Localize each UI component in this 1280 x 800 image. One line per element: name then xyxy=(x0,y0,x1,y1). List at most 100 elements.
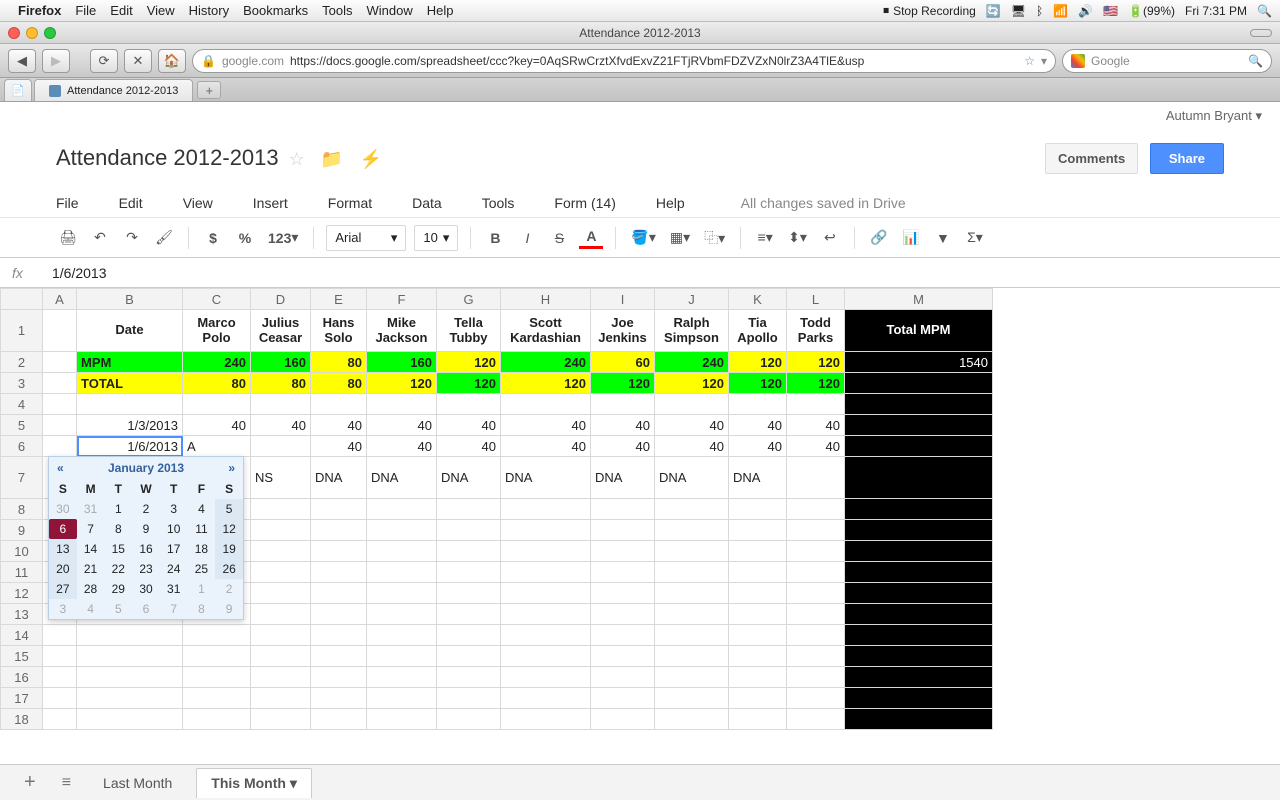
cell[interactable] xyxy=(845,436,993,457)
cell[interactable]: Date xyxy=(77,310,183,352)
cell[interactable] xyxy=(787,520,845,541)
cell[interactable] xyxy=(367,541,437,562)
cell[interactable]: 1/3/2013 xyxy=(77,415,183,436)
col-header[interactable]: B xyxy=(77,289,183,310)
cell[interactable] xyxy=(183,667,251,688)
row-header[interactable]: 10 xyxy=(1,541,43,562)
display-icon[interactable]: 🖥 xyxy=(1011,4,1026,18)
cell[interactable]: 40 xyxy=(655,415,729,436)
cell[interactable] xyxy=(43,394,77,415)
browser-tab[interactable]: Attendance 2012-2013 xyxy=(34,79,193,101)
cell[interactable] xyxy=(437,604,501,625)
cell[interactable] xyxy=(655,667,729,688)
tab-handle[interactable]: 📄 xyxy=(4,79,32,101)
cell[interactable] xyxy=(787,646,845,667)
cell[interactable] xyxy=(729,541,787,562)
cell[interactable] xyxy=(77,394,183,415)
halign-button[interactable]: ≡▾ xyxy=(753,225,777,251)
zoom-icon[interactable] xyxy=(44,27,56,39)
sheet-tab[interactable]: This Month ▾ xyxy=(196,768,312,798)
cell[interactable] xyxy=(591,667,655,688)
paint-format-icon[interactable]: 🖌 xyxy=(152,225,176,251)
cell[interactable]: DNA xyxy=(729,457,787,499)
wifi-icon[interactable]: 📶 xyxy=(1053,4,1068,18)
cell[interactable] xyxy=(437,583,501,604)
cell[interactable]: 40 xyxy=(367,436,437,457)
col-header[interactable]: C xyxy=(183,289,251,310)
date-picker[interactable]: «January 2013» SMTWTFS 30311234567891011… xyxy=(48,456,244,620)
cell[interactable] xyxy=(367,604,437,625)
cell[interactable] xyxy=(43,667,77,688)
doc-menu[interactable]: Form (14) xyxy=(554,195,615,211)
cell[interactable] xyxy=(251,541,311,562)
doc-menu[interactable]: Insert xyxy=(253,195,288,211)
cell[interactable]: A xyxy=(183,436,251,457)
cell[interactable] xyxy=(437,541,501,562)
col-header[interactable]: G xyxy=(437,289,501,310)
cell[interactable] xyxy=(501,688,591,709)
wrap-button[interactable]: ↩ xyxy=(818,225,842,251)
cell[interactable] xyxy=(437,394,501,415)
cell[interactable] xyxy=(787,394,845,415)
cell[interactable] xyxy=(311,583,367,604)
cell[interactable] xyxy=(437,667,501,688)
doc-menu[interactable]: Tools xyxy=(482,195,515,211)
cell[interactable]: 240 xyxy=(501,352,591,373)
day-cell[interactable]: 4 xyxy=(77,599,105,619)
day-cell[interactable]: 9 xyxy=(132,519,160,539)
col-header[interactable]: H xyxy=(501,289,591,310)
strike-button[interactable]: S xyxy=(547,225,571,251)
day-cell[interactable]: 15 xyxy=(104,539,132,559)
row-header[interactable]: 14 xyxy=(1,625,43,646)
folder-icon[interactable]: 📁 xyxy=(321,149,343,169)
cell[interactable]: Hans Solo xyxy=(311,310,367,352)
day-cell[interactable]: 29 xyxy=(104,579,132,599)
cell[interactable] xyxy=(591,520,655,541)
cell[interactable] xyxy=(43,646,77,667)
doc-menu[interactable]: View xyxy=(183,195,213,211)
cell[interactable] xyxy=(367,688,437,709)
cell[interactable] xyxy=(183,625,251,646)
day-cell[interactable]: 31 xyxy=(160,579,188,599)
col-header[interactable]: K xyxy=(729,289,787,310)
cell[interactable] xyxy=(43,352,77,373)
cell[interactable] xyxy=(729,667,787,688)
day-cell[interactable]: 2 xyxy=(132,499,160,519)
cell[interactable] xyxy=(845,394,993,415)
col-header[interactable]: F xyxy=(367,289,437,310)
cell[interactable]: Joe Jenkins xyxy=(591,310,655,352)
cell[interactable] xyxy=(251,436,311,457)
cell[interactable] xyxy=(655,394,729,415)
cell[interactable] xyxy=(655,625,729,646)
new-tab-button[interactable]: + xyxy=(197,81,221,99)
cell[interactable] xyxy=(501,499,591,520)
cell[interactable]: 240 xyxy=(655,352,729,373)
day-cell[interactable]: 1 xyxy=(188,579,216,599)
day-cell[interactable]: 10 xyxy=(160,519,188,539)
text-color-button[interactable]: A xyxy=(579,227,603,249)
cell[interactable] xyxy=(787,457,845,499)
cell[interactable]: 40 xyxy=(183,415,251,436)
cell[interactable] xyxy=(311,709,367,730)
close-icon[interactable] xyxy=(8,27,20,39)
cell[interactable] xyxy=(591,604,655,625)
cell[interactable]: 80 xyxy=(311,373,367,394)
cell[interactable] xyxy=(501,583,591,604)
cell[interactable]: 60 xyxy=(591,352,655,373)
cell[interactable] xyxy=(311,499,367,520)
day-cell[interactable]: 20 xyxy=(49,559,77,579)
cell[interactable]: 120 xyxy=(655,373,729,394)
doc-title[interactable]: Attendance 2012-2013☆ 📁 ⚡ xyxy=(56,145,382,171)
cell[interactable] xyxy=(655,499,729,520)
cell[interactable] xyxy=(845,604,993,625)
cell[interactable]: 1/6/2013 xyxy=(77,436,183,457)
italic-button[interactable]: I xyxy=(515,225,539,251)
day-cell[interactable]: 24 xyxy=(160,559,188,579)
cell[interactable] xyxy=(367,583,437,604)
cell[interactable] xyxy=(251,667,311,688)
cell[interactable] xyxy=(501,394,591,415)
cell[interactable] xyxy=(437,709,501,730)
cell[interactable] xyxy=(787,688,845,709)
day-cell[interactable]: 3 xyxy=(160,499,188,519)
volume-icon[interactable]: 🔊 xyxy=(1078,4,1093,18)
